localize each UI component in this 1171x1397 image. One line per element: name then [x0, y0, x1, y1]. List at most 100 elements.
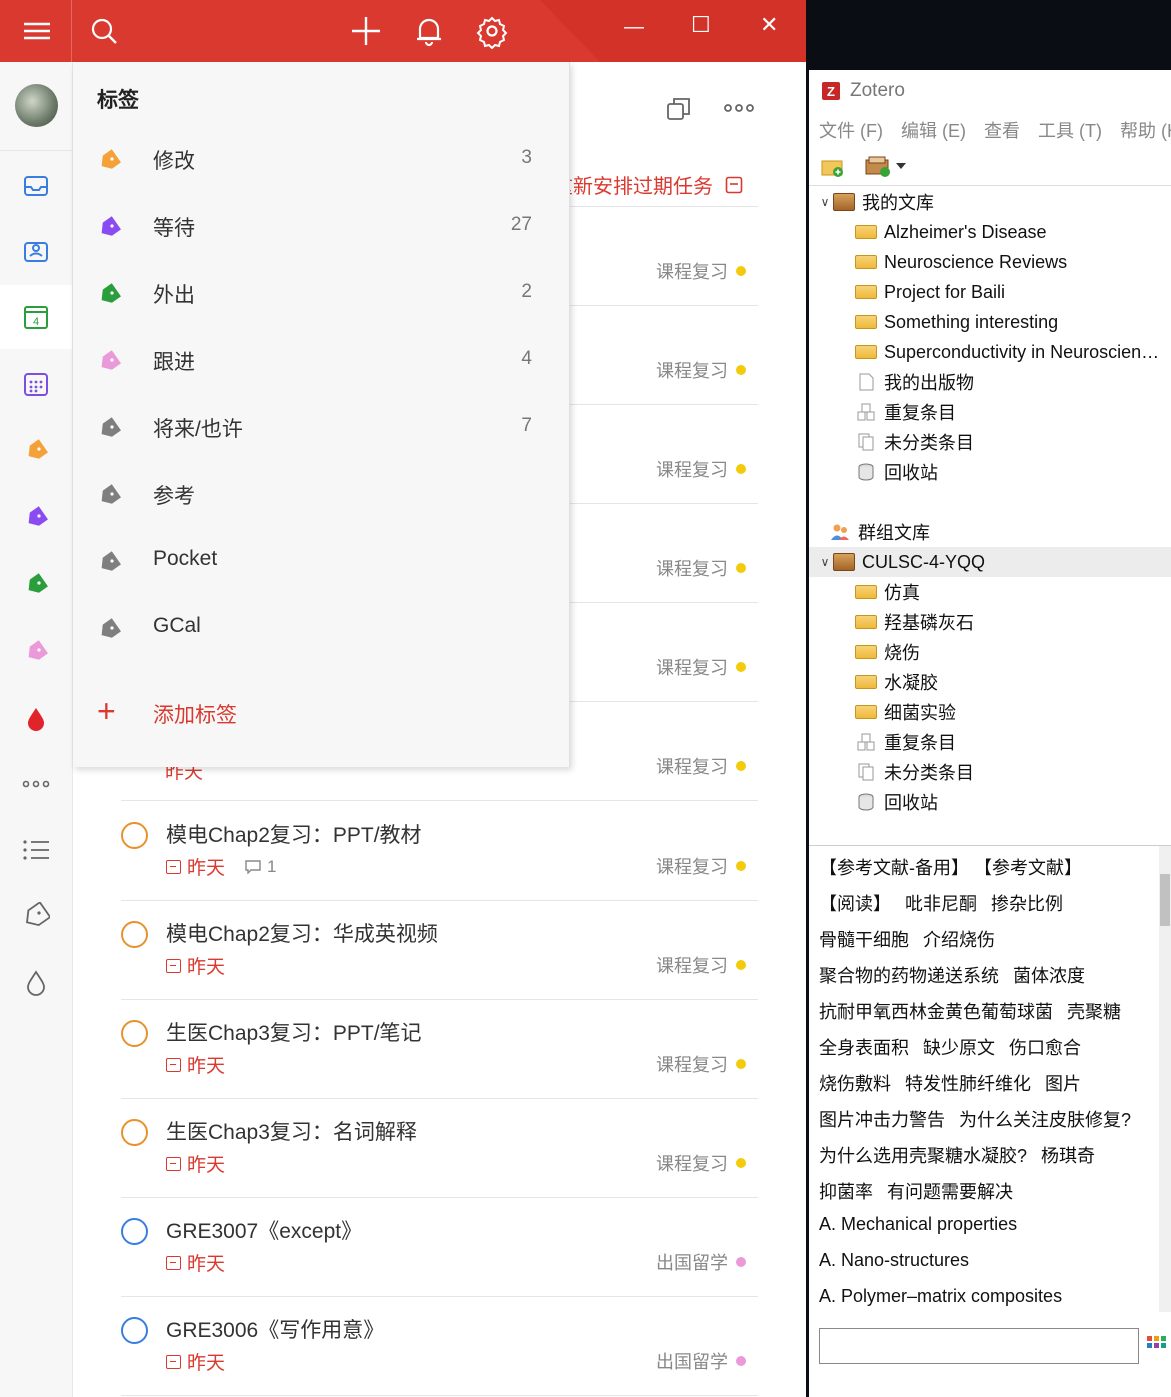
avatar[interactable]	[15, 84, 58, 127]
zotero-tag[interactable]: A. Mechanical properties	[819, 1214, 1017, 1234]
tag-filter-input[interactable]	[819, 1328, 1139, 1364]
task-row[interactable]: GRE3006《写作用意》 昨天 出国留学	[121, 1297, 758, 1396]
zotero-tag[interactable]: 抑菌率	[819, 1182, 873, 1202]
zotero-tag[interactable]: 图片冲击力警告	[819, 1110, 945, 1130]
add-tag-button[interactable]: + 添加标签	[73, 687, 570, 737]
tag-green-button[interactable]	[0, 553, 72, 617]
tag-scrollbar[interactable]	[1159, 846, 1171, 1312]
task-title[interactable]: 生医Chap3复习：名词解释	[166, 1116, 417, 1146]
more-options-icon[interactable]	[723, 102, 755, 114]
zotero-tag[interactable]: 【参考文献-备用】	[819, 858, 969, 878]
task-row[interactable]: 模电Chap2复习：PPT/教材 昨天 1 课程复习	[121, 802, 758, 901]
zotero-tag[interactable]: 菌体浓度	[1013, 966, 1085, 986]
zotero-tag[interactable]: 掺杂比例	[991, 894, 1063, 914]
task-checkbox[interactable]	[121, 921, 148, 948]
zotero-tag[interactable]: 骨髓干细胞	[819, 930, 909, 950]
zotero-tag[interactable]: 杨琪奇	[1041, 1146, 1095, 1166]
menu-item[interactable]: 编辑 (E)	[901, 117, 966, 143]
more-button[interactable]	[0, 752, 72, 816]
task-checkbox[interactable]	[121, 1218, 148, 1245]
gear-icon[interactable]	[474, 13, 510, 49]
zotero-tag[interactable]: 烧伤敷料	[819, 1074, 891, 1094]
menu-item[interactable]: 文件 (F)	[819, 117, 883, 143]
task-checkbox[interactable]	[121, 822, 148, 849]
task-row[interactable]: GRE3007《except》 昨天 出国留学	[121, 1198, 758, 1297]
collection-row[interactable]: 回收站	[809, 787, 1171, 817]
zotero-tag[interactable]: 有问题需要解决	[887, 1182, 1013, 1202]
today-button[interactable]: 4	[0, 285, 72, 349]
task-row[interactable]: 生医Chap3复习：名词解释 昨天 课程复习	[121, 1099, 758, 1198]
collection-row[interactable]: 烧伤	[809, 637, 1171, 667]
collection-row[interactable]: 水凝胶	[809, 667, 1171, 697]
add-task-icon[interactable]	[348, 13, 384, 49]
chevron-down-icon[interactable]	[895, 162, 907, 170]
new-library-icon[interactable]	[864, 154, 892, 178]
tag-item[interactable]: Pocket	[73, 529, 570, 596]
collection-row[interactable]: 我的出版物	[809, 367, 1171, 397]
collection-row[interactable]: 重复条目	[809, 397, 1171, 427]
tag-colors-icon[interactable]	[1147, 1336, 1167, 1356]
collection-row[interactable]: 仿真	[809, 577, 1171, 607]
zotero-tag[interactable]: A. Polymer–matrix composites	[819, 1286, 1062, 1306]
zotero-tag[interactable]: 缺少原文	[923, 1038, 995, 1058]
collection-row[interactable]: Neuroscience Reviews	[809, 247, 1171, 277]
drop-filter-button[interactable]	[0, 687, 72, 751]
collection-row[interactable]: 未分类条目	[809, 757, 1171, 787]
menu-button[interactable]	[0, 0, 72, 62]
chevron-down-icon[interactable]: ∨	[817, 555, 833, 569]
zotero-tag[interactable]: A. Nano-structures	[819, 1250, 969, 1270]
tag-item[interactable]: 将来/也许 7	[73, 395, 570, 462]
zotero-tag[interactable]: 抗耐甲氧西林金黄色葡萄球菌	[819, 1002, 1053, 1022]
task-title[interactable]: 生医Chap3复习：PPT/笔记	[166, 1017, 422, 1047]
zotero-tag[interactable]: 图片	[1045, 1074, 1081, 1094]
close-button[interactable]: ✕	[760, 12, 778, 38]
menu-item[interactable]: 帮助 (H	[1120, 117, 1171, 143]
collection-row[interactable]: Project for Baili	[809, 277, 1171, 307]
zotero-tag[interactable]: 【参考文献】	[983, 858, 1082, 878]
tag-item[interactable]: GCal	[73, 596, 570, 663]
calendar-button[interactable]	[0, 352, 72, 416]
tag-pink-button[interactable]	[0, 620, 72, 684]
tag-item[interactable]: 外出 2	[73, 261, 570, 328]
zotero-tag[interactable]: 聚合物的药物递送系统	[819, 966, 999, 986]
maximize-button[interactable]: ☐	[691, 12, 711, 38]
task-title[interactable]: 模电Chap2复习：PPT/教材	[166, 819, 422, 849]
tags-button[interactable]	[0, 884, 72, 948]
task-checkbox[interactable]	[121, 1317, 148, 1344]
chevron-down-icon[interactable]: ∨	[817, 195, 833, 209]
reschedule-overdue-button[interactable]: 重新安排过期任务	[553, 170, 743, 199]
task-checkbox[interactable]	[121, 1020, 148, 1047]
zotero-tag[interactable]: 吡非尼酮	[905, 894, 977, 914]
tag-orange-button[interactable]	[0, 419, 72, 483]
menu-item[interactable]: 查看	[984, 117, 1020, 143]
collection-row[interactable]: 羟基磷灰石	[809, 607, 1171, 637]
group-libraries-header[interactable]: 群组文库	[809, 517, 1171, 547]
zotero-tag[interactable]: 为什么关注皮肤修复?	[959, 1110, 1131, 1130]
tag-item[interactable]: 等待 27	[73, 194, 570, 261]
zotero-tag[interactable]: 全身表面积	[819, 1038, 909, 1058]
my-library-row[interactable]: ∨ 我的文库	[809, 187, 1171, 217]
search-icon[interactable]	[86, 13, 122, 49]
task-title[interactable]: 模电Chap2复习：华成英视频	[166, 918, 438, 948]
group-library-row[interactable]: ∨ CULSC-4-YQQ	[809, 547, 1171, 577]
task-title[interactable]: GRE3007《except》	[166, 1215, 362, 1245]
new-collection-icon[interactable]	[821, 156, 845, 178]
view-toggle-icon[interactable]	[666, 96, 692, 122]
tag-item[interactable]: 跟进 4	[73, 328, 570, 395]
task-row[interactable]: 生医Chap3复习：PPT/笔记 昨天 课程复习	[121, 1000, 758, 1099]
collection-row[interactable]: 细菌实验	[809, 697, 1171, 727]
task-row[interactable]: 模电Chap2复习：华成英视频 昨天 课程复习	[121, 901, 758, 1000]
lists-button[interactable]	[0, 818, 72, 882]
collection-row[interactable]: 未分类条目	[809, 427, 1171, 457]
tag-purple-button[interactable]	[0, 486, 72, 550]
minimize-button[interactable]: —	[624, 16, 644, 39]
zotero-tag[interactable]: 伤口愈合	[1009, 1038, 1081, 1058]
inbox-button[interactable]	[0, 154, 72, 218]
zotero-tag[interactable]: 【阅读】	[819, 894, 891, 914]
zotero-tag[interactable]: 为什么选用壳聚糖水凝胶?	[819, 1146, 1027, 1166]
collection-row[interactable]: 重复条目	[809, 727, 1171, 757]
collection-row[interactable]: 回收站	[809, 457, 1171, 487]
zotero-tag[interactable]: 特发性肺纤维化	[905, 1074, 1031, 1094]
tag-item[interactable]: 参考	[73, 462, 570, 529]
collection-row[interactable]: Something interesting	[809, 307, 1171, 337]
